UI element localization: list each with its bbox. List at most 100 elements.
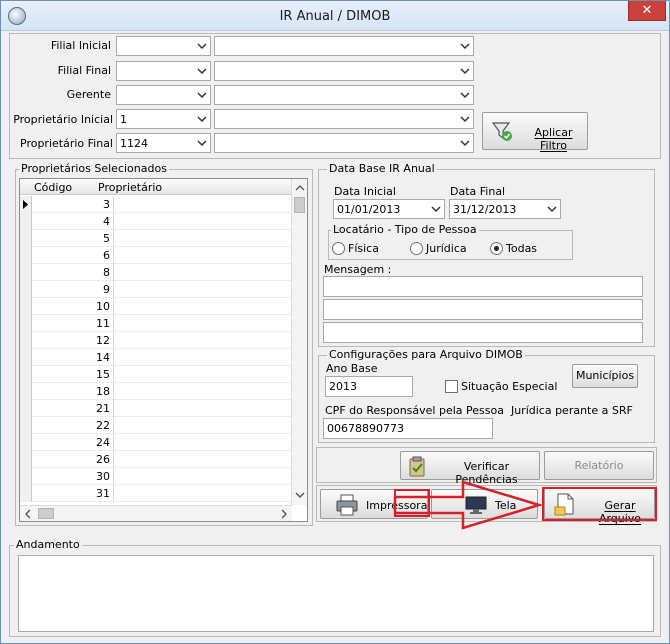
radio-todas[interactable] [490,242,503,255]
table-row[interactable]: 31 [20,485,292,502]
grid-header: Código Proprietário [20,179,292,195]
table-row[interactable]: 11 [20,315,292,332]
table-row[interactable]: 22 [20,417,292,434]
row-indicator [20,451,32,468]
radio-juridica[interactable] [410,242,423,255]
prop-inicial-name-select[interactable] [214,109,474,129]
row-indicator [20,264,32,281]
codigo-value: 22 [96,419,110,432]
filial-final-label: Filial Final [57,64,111,77]
col-proprietario-header[interactable]: Proprietário [98,181,162,194]
relatorio-button[interactable]: Relatório [544,451,654,480]
ir-anual-window: IR Anual / DIMOB ✕ Filial Inicial Filial… [0,0,670,644]
filial-inicial-select[interactable] [116,36,211,56]
row-indicator [20,213,32,230]
row-indicator [20,400,32,417]
table-row[interactable]: 18 [20,383,292,400]
situacao-especial-checkbox[interactable] [445,380,458,393]
grid-horizontal-scrollbar[interactable] [20,505,292,521]
codigo-value: 9 [103,283,110,296]
table-row[interactable]: 12 [20,332,292,349]
data-final-label: Data Final [450,185,506,198]
codigo-value: 15 [96,368,110,381]
prop-final-value: 1124 [120,137,148,150]
table-row[interactable]: 3 [20,196,292,213]
table-row[interactable]: 10 [20,298,292,315]
chevron-down-icon [197,114,207,124]
filial-inicial-name-select[interactable] [214,36,474,56]
prop-final-name-select[interactable] [214,133,474,153]
prop-final-label: Proprietário Final [20,137,113,150]
ano-base-input[interactable]: 2013 [325,376,413,397]
verificar-pendencias-button[interactable]: Verificar Pendências [400,451,540,486]
cpf-label: CPF do Responsável pela Pessoa Jurídica … [325,404,633,417]
codigo-value: 10 [96,300,110,313]
ano-base-label: Ano Base [326,362,378,375]
chevron-down-icon [460,90,470,100]
prop-final-select[interactable]: 1124 [116,133,211,153]
row-indicator [20,332,32,349]
chevron-down-icon [431,204,441,214]
table-row[interactable]: 15 [20,366,292,383]
gerente-select[interactable] [116,85,211,105]
scroll-up-icon[interactable] [295,182,305,195]
apply-filter-label: Aplicar Filtro [534,126,573,152]
table-row[interactable]: 30 [20,468,292,485]
row-indicator [20,230,32,247]
proprietarios-grid[interactable]: Código Proprietário 3 4 5 6 8 9 10 11 12 14 15 18 21… [19,178,308,522]
close-button[interactable]: ✕ [628,1,666,21]
filial-final-select[interactable] [116,61,211,81]
table-row[interactable]: 4 [20,213,292,230]
annotation-arrow [393,480,543,530]
row-indicator [20,298,32,315]
row-indicator [20,366,32,383]
mensagem-line-3[interactable] [323,322,643,343]
scroll-down-icon[interactable] [295,489,305,502]
codigo-value: 12 [96,334,110,347]
clipboard-check-icon [407,456,427,480]
row-indicator [20,281,32,298]
table-row[interactable]: 26 [20,451,292,468]
row-indicator [20,417,32,434]
mensagem-line-2[interactable] [323,299,643,320]
hscroll-thumb[interactable] [38,508,54,519]
grid-vertical-scrollbar[interactable] [291,179,307,505]
data-final-select[interactable]: 31/12/2013 [449,199,561,219]
chevron-down-icon [197,138,207,148]
table-row[interactable]: 9 [20,281,292,298]
codigo-value: 26 [96,453,110,466]
scroll-right-icon[interactable] [280,509,288,522]
radio-fisica[interactable] [332,242,345,255]
table-row[interactable]: 8 [20,264,292,281]
prop-inicial-select[interactable]: 1 [116,109,211,129]
table-row[interactable]: 21 [20,400,292,417]
table-row[interactable]: 5 [20,230,292,247]
col-codigo-header[interactable]: Código [34,181,72,194]
municipios-button[interactable]: Municípios [572,364,638,388]
ir-anual-title: Data Base IR Anual [327,162,437,175]
table-row[interactable]: 14 [20,349,292,366]
row-indicator [20,434,32,451]
codigo-value: 4 [103,215,110,228]
gerente-name-select[interactable] [214,85,474,105]
gerente-label: Gerente [66,88,111,101]
table-row[interactable]: 6 [20,247,292,264]
row-indicator [20,468,32,485]
radio-juridica-label: Jurídica [426,242,467,255]
printer-icon [335,494,359,519]
chevron-down-icon [460,138,470,148]
prop-inicial-label: Proprietário Inicial [13,113,113,126]
apply-filter-button[interactable]: Aplicar Filtro [482,112,588,152]
data-inicial-select[interactable]: 01/01/2013 [333,199,445,219]
codigo-value: 30 [96,470,110,483]
prop-inicial-value: 1 [120,113,127,126]
filial-final-name-select[interactable] [214,61,474,81]
chevron-down-icon [197,66,207,76]
cpf-input[interactable]: 00678890773 [323,418,493,439]
table-row[interactable]: 24 [20,434,292,451]
scroll-left-icon[interactable] [24,509,32,522]
scroll-thumb[interactable] [294,197,305,213]
mensagem-line-1[interactable] [323,276,643,297]
codigo-value: 3 [103,198,110,211]
andamento-log[interactable] [18,555,654,632]
